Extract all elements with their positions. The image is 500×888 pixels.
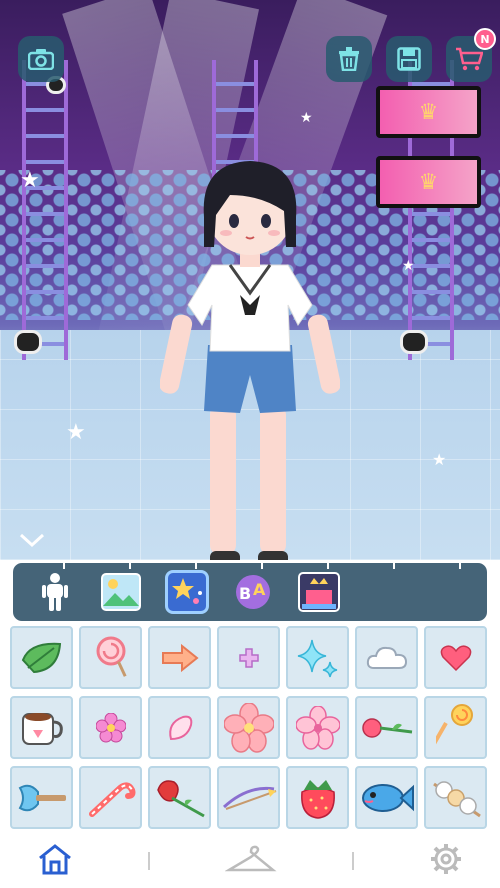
hanger-icon bbox=[224, 845, 277, 872]
petal-icon bbox=[168, 715, 192, 740]
floor-spotlight-right bbox=[400, 330, 428, 354]
divider bbox=[261, 561, 263, 569]
item-cell[interactable] bbox=[355, 766, 418, 829]
nav-divider bbox=[351, 852, 354, 870]
crown-icon: ♛ bbox=[380, 90, 477, 134]
category-body[interactable] bbox=[33, 570, 77, 614]
lollipop-swirl-icon bbox=[96, 636, 127, 677]
divider bbox=[195, 561, 197, 569]
item-cell[interactable] bbox=[148, 766, 211, 829]
divider bbox=[459, 561, 461, 569]
nav-divider bbox=[148, 852, 151, 870]
landscape-icon bbox=[101, 573, 141, 611]
stage-frame-icon bbox=[298, 572, 340, 612]
item-cell[interactable] bbox=[355, 626, 418, 689]
item-cell[interactable] bbox=[286, 766, 349, 829]
divider bbox=[327, 561, 329, 569]
trash-button[interactable] bbox=[326, 36, 372, 82]
shopping-cart-icon bbox=[456, 47, 483, 71]
item-cell[interactable] bbox=[148, 626, 211, 689]
item-cell[interactable] bbox=[10, 766, 73, 829]
fish-icon bbox=[361, 783, 414, 812]
stage-screen-top: ♛ bbox=[376, 86, 481, 138]
sparkle-star-icon: ★ bbox=[66, 420, 86, 445]
item-cell[interactable] bbox=[286, 626, 349, 689]
item-cell[interactable] bbox=[10, 696, 73, 759]
stage-screen-bottom: ♛ bbox=[376, 156, 481, 208]
arrow-right-icon bbox=[161, 643, 199, 672]
cherry-blossom-icon bbox=[223, 702, 274, 753]
dress-up-stage: ♛ ♛ ★ ★ ★ ★ ★ bbox=[0, 0, 500, 560]
category-background[interactable] bbox=[99, 570, 143, 614]
divider bbox=[63, 561, 65, 569]
pink-flower-icon bbox=[95, 712, 126, 742]
item-cell[interactable] bbox=[148, 696, 211, 759]
bottom-nav bbox=[0, 834, 500, 888]
shop-cart-button[interactable]: N bbox=[446, 28, 496, 82]
item-cell[interactable] bbox=[10, 626, 73, 689]
red-rose-icon bbox=[156, 779, 205, 817]
camera-icon bbox=[28, 49, 54, 70]
blue-sparkle-icon bbox=[297, 639, 337, 677]
gear-icon bbox=[430, 844, 461, 874]
divider bbox=[129, 561, 131, 569]
svg-text:B: B bbox=[239, 584, 251, 603]
star-sparkle-icon bbox=[172, 578, 202, 604]
nav-settings-button[interactable] bbox=[429, 842, 463, 880]
trash-icon bbox=[339, 47, 359, 71]
candy-cane-icon bbox=[88, 781, 135, 817]
left-truss bbox=[22, 60, 68, 360]
person-icon bbox=[42, 573, 68, 611]
item-cell[interactable] bbox=[217, 696, 280, 759]
cup-icon bbox=[21, 712, 63, 745]
nav-home-button[interactable] bbox=[37, 843, 73, 879]
camera-button[interactable] bbox=[18, 36, 64, 82]
item-cell[interactable] bbox=[79, 696, 142, 759]
small-plus-sparkle-icon bbox=[238, 647, 259, 668]
heart-icon bbox=[440, 644, 471, 671]
category-stage[interactable] bbox=[297, 570, 341, 614]
item-cell[interactable] bbox=[79, 766, 142, 829]
sparkle-star-icon: ★ bbox=[432, 450, 447, 469]
floppy-disk-icon bbox=[397, 47, 421, 71]
avatar-character[interactable] bbox=[160, 155, 340, 560]
category-stickers[interactable] bbox=[165, 570, 209, 614]
item-cell[interactable] bbox=[217, 626, 280, 689]
dango-skewer-icon bbox=[432, 780, 481, 817]
rose-icon bbox=[361, 717, 412, 738]
crown-icon: ♛ bbox=[380, 160, 477, 204]
item-cell[interactable] bbox=[424, 696, 487, 759]
nav-wardrobe-button[interactable] bbox=[224, 844, 277, 878]
new-badge: N bbox=[474, 28, 496, 50]
home-icon bbox=[39, 844, 72, 875]
item-cell[interactable] bbox=[79, 626, 142, 689]
sakura-flower-icon bbox=[295, 705, 340, 750]
category-bar: BA bbox=[10, 560, 490, 624]
sparkle-star-icon: ★ bbox=[402, 258, 415, 274]
chevron-down-icon[interactable] bbox=[18, 530, 46, 550]
item-cell[interactable] bbox=[424, 766, 487, 829]
item-cell[interactable] bbox=[355, 696, 418, 759]
floor-spotlight-left bbox=[14, 330, 42, 354]
sparkle-star-icon: ★ bbox=[300, 110, 313, 126]
sparkle-star-icon: ★ bbox=[20, 168, 40, 193]
sticker-grid bbox=[10, 626, 492, 832]
bow-arrow-icon bbox=[222, 786, 276, 810]
svg-text:A: A bbox=[253, 580, 266, 599]
strawberry-icon bbox=[300, 779, 335, 819]
item-cell[interactable] bbox=[217, 766, 280, 829]
category-text[interactable]: BA bbox=[231, 570, 275, 614]
divider bbox=[393, 561, 395, 569]
item-cell[interactable] bbox=[424, 626, 487, 689]
letters-icon: BA bbox=[236, 575, 270, 609]
save-button[interactable] bbox=[386, 36, 432, 82]
blue-axe-icon bbox=[18, 784, 66, 811]
cloud-icon bbox=[366, 646, 407, 669]
candy-wand-icon bbox=[435, 703, 473, 750]
green-leaf-icon bbox=[21, 642, 61, 673]
item-cell[interactable] bbox=[286, 696, 349, 759]
